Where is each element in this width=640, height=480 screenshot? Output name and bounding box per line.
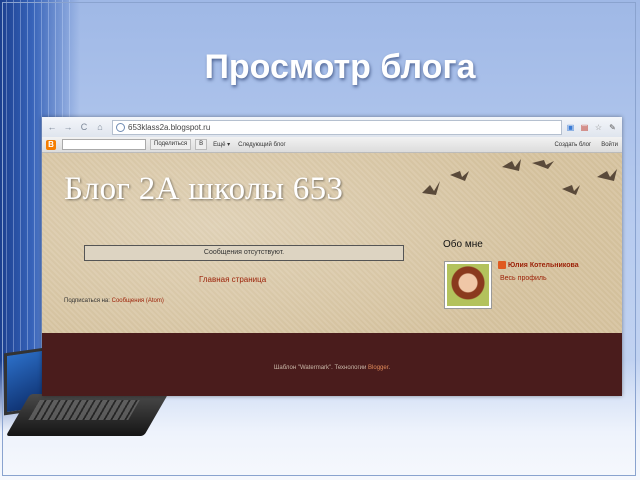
- bird-icon: [502, 159, 521, 171]
- bird-icon: [532, 160, 554, 169]
- subscribe-prefix: Подписаться на:: [64, 298, 110, 304]
- profile-name: Юлия Котельникова: [508, 261, 579, 269]
- address-bar: ← → C ⌂ 653klass2a.blogspot.ru ▣ ▤ ☆ ✎: [42, 117, 622, 137]
- profile-name-link[interactable]: Юлия Котельникова: [498, 261, 579, 269]
- reload-button[interactable]: C: [78, 121, 90, 133]
- url-text: 653klass2a.blogspot.ru: [128, 122, 211, 132]
- no-posts-message: Сообщения отсутствуют.: [84, 245, 404, 261]
- slide-title: Просмотр блога: [204, 48, 476, 86]
- globe-icon: [116, 122, 125, 132]
- chevron-down-icon: ▾: [227, 142, 231, 148]
- blog-page: Блог 2А школы 653 Сообщения отсутствуют.…: [42, 153, 622, 396]
- share-button[interactable]: Поделиться: [150, 139, 192, 150]
- blogger-small-button[interactable]: B: [195, 139, 208, 150]
- bird-icon: [597, 169, 617, 181]
- next-blog-link[interactable]: Следующий блог: [238, 142, 286, 148]
- more-label: Ещё: [213, 142, 226, 148]
- full-profile-link[interactable]: Весь профиль: [500, 275, 547, 282]
- blogger-link[interactable]: Blogger: [368, 365, 388, 371]
- bird-icon: [422, 181, 440, 195]
- blog-footer: Шаблон "Watermark". Технологии Blogger.: [42, 333, 622, 396]
- browser-window: ← → C ⌂ 653klass2a.blogspot.ru ▣ ▤ ☆ ✎ B…: [42, 117, 622, 396]
- url-field[interactable]: 653klass2a.blogspot.ru: [112, 119, 562, 135]
- wrench-icon[interactable]: ✎: [607, 122, 618, 133]
- blogger-navbar: B Поделиться B Ещё ▾ Следующий блог Созд…: [42, 137, 622, 153]
- subscribe-atom-link[interactable]: Сообщения (Atom): [112, 298, 164, 304]
- blog-search-input[interactable]: [62, 139, 146, 150]
- forward-button[interactable]: →: [62, 121, 74, 133]
- footer-suffix: .: [388, 365, 391, 371]
- blog-title[interactable]: Блог 2А школы 653: [64, 171, 343, 208]
- blogger-right-links: Создать блог Войти: [554, 142, 618, 148]
- page-icon[interactable]: ▣: [565, 122, 576, 133]
- create-blog-link[interactable]: Создать блог: [554, 142, 591, 148]
- laptop-keyboard: [28, 400, 140, 420]
- bird-icon: [450, 171, 469, 181]
- pdf-icon[interactable]: ▤: [579, 122, 590, 133]
- login-link[interactable]: Войти: [601, 142, 618, 148]
- footer-text: Шаблон "Watermark". Технологии Blogger.: [42, 365, 622, 371]
- profile-photo[interactable]: [444, 261, 492, 309]
- subscribe-line: Подписаться на: Сообщения (Atom): [64, 298, 164, 304]
- home-button[interactable]: ⌂: [94, 121, 106, 133]
- blogger-profile-icon: [498, 261, 506, 269]
- blogger-logo[interactable]: B: [46, 139, 56, 150]
- about-heading: Обо мне: [443, 239, 483, 250]
- home-page-link[interactable]: Главная страница: [199, 275, 266, 284]
- share-label: Поделиться: [154, 141, 188, 147]
- birds-illustration: [422, 159, 617, 195]
- back-button[interactable]: ←: [46, 121, 58, 133]
- star-icon[interactable]: ☆: [593, 122, 604, 133]
- more-menu[interactable]: Ещё ▾: [213, 141, 230, 148]
- footer-prefix: Шаблон "Watermark". Технологии: [273, 365, 367, 371]
- bird-icon: [562, 185, 580, 195]
- profile-photo-image: [447, 264, 489, 306]
